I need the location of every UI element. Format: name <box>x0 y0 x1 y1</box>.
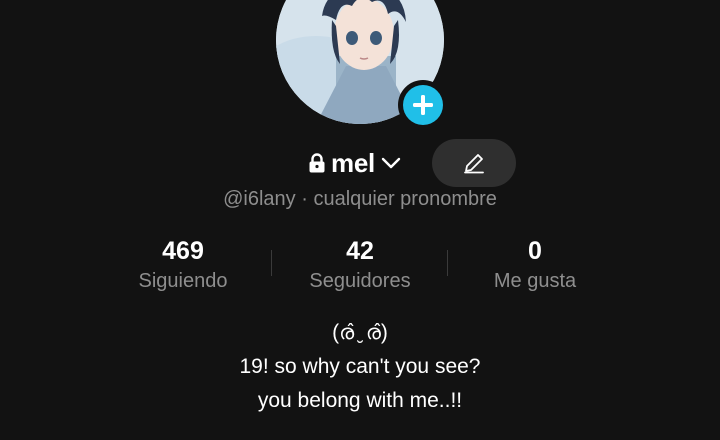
username-pronouns: @i6lany · cualquier pronombre <box>223 188 497 210</box>
lock-icon <box>309 153 325 173</box>
display-name: mel <box>331 147 375 178</box>
stats-row: 469 Siguiendo 42 Seguidores 0 Me gusta <box>0 236 720 300</box>
add-story-button[interactable] <box>398 80 448 130</box>
followers-label: Seguidores <box>309 270 411 292</box>
stat-likes[interactable]: 0 Me gusta <box>435 236 635 293</box>
bio-line: 19! so why can't you see? <box>239 355 481 378</box>
account-switcher[interactable]: mel <box>308 148 401 178</box>
plus-icon <box>403 85 443 125</box>
profile-bio: (ര̂ ̮ ര̂) 19! so why can't you see? you … <box>0 316 720 418</box>
bio-line: (ര̂ ̮ ര̂) <box>332 321 388 344</box>
bio-line: you belong with me..!! <box>257 389 463 412</box>
name-row: mel <box>0 139 720 187</box>
chevron-down-icon <box>381 157 401 169</box>
stat-followers[interactable]: 42 Seguidores <box>260 236 460 293</box>
edit-profile-button[interactable] <box>432 139 516 187</box>
stat-following[interactable]: 469 Siguiendo <box>83 236 283 293</box>
pencil-icon <box>464 154 484 174</box>
following-label: Siguiendo <box>138 270 228 292</box>
following-count: 469 <box>162 237 204 265</box>
profile-avatar-container[interactable] <box>276 0 448 130</box>
followers-count: 42 <box>346 237 374 265</box>
likes-label: Me gusta <box>493 270 577 292</box>
likes-count: 0 <box>528 237 542 265</box>
